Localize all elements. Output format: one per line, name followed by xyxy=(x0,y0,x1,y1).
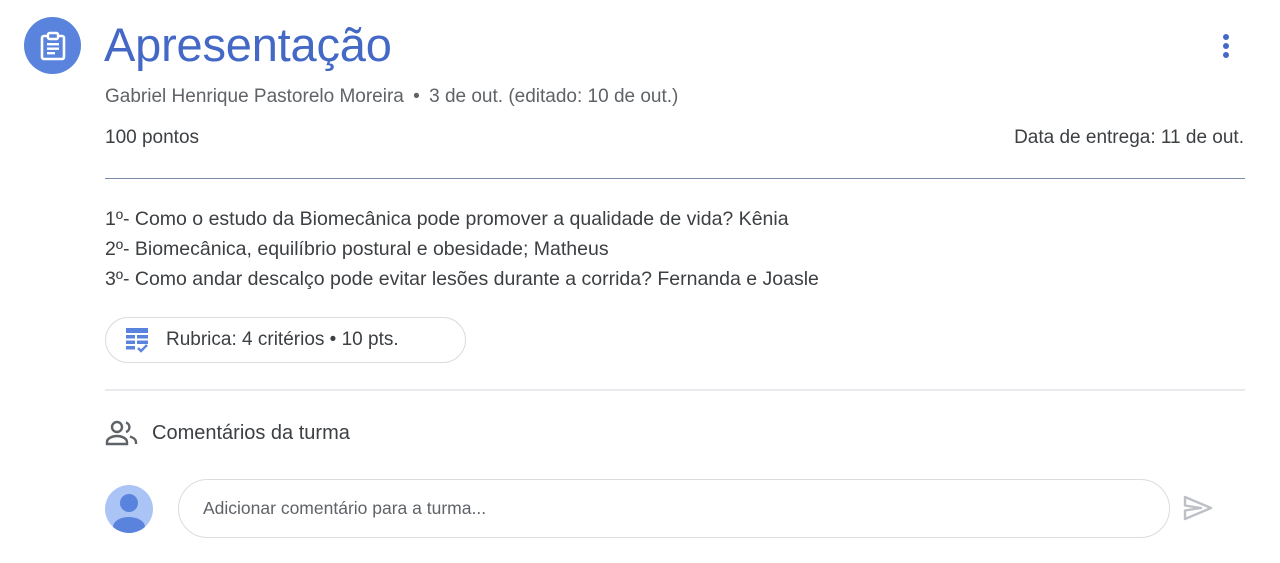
user-avatar xyxy=(105,485,153,533)
description-line: 3º- Como andar descalço pode evitar lesõ… xyxy=(105,268,819,290)
assignment-meta: Gabriel Henrique Pastorelo Moreira • 3 d… xyxy=(105,86,678,108)
default-avatar-icon xyxy=(113,494,145,533)
description-line: 1º- Como o estudo da Biomecânica pode pr… xyxy=(105,208,789,230)
meta-separator: • xyxy=(413,86,420,107)
class-comments-header: Comentários da turma xyxy=(105,419,350,447)
more-vert-icon xyxy=(1223,34,1229,58)
header-divider xyxy=(105,178,1245,179)
posted-date: 3 de out. (editado: 10 de out.) xyxy=(429,86,679,107)
section-divider xyxy=(105,389,1245,391)
clipboard-icon xyxy=(40,31,65,60)
class-comments-title: Comentários da turma xyxy=(152,421,350,444)
points-label: 100 pontos xyxy=(105,127,200,148)
class-comment-input[interactable] xyxy=(178,479,1170,538)
rubric-icon xyxy=(124,326,150,354)
author-name: Gabriel Henrique Pastorelo Moreira xyxy=(105,86,404,107)
send-icon xyxy=(1183,495,1213,521)
people-icon xyxy=(105,420,138,446)
assignment-icon xyxy=(24,17,81,74)
due-date: Data de entrega: 11 de out. xyxy=(1014,127,1244,148)
rubric-label: Rubrica: 4 critérios • 10 pts. xyxy=(166,329,399,350)
description-line: 2º- Biomecânica, equilíbrio postural e o… xyxy=(105,238,609,260)
page-title: Apresentação xyxy=(104,18,392,71)
rubric-button[interactable]: Rubrica: 4 critérios • 10 pts. xyxy=(105,317,466,363)
send-comment-button[interactable] xyxy=(1178,488,1218,528)
more-options-button[interactable] xyxy=(1206,26,1246,66)
assignment-description: 1º- Como o estudo da Biomecânica pode pr… xyxy=(105,204,819,294)
